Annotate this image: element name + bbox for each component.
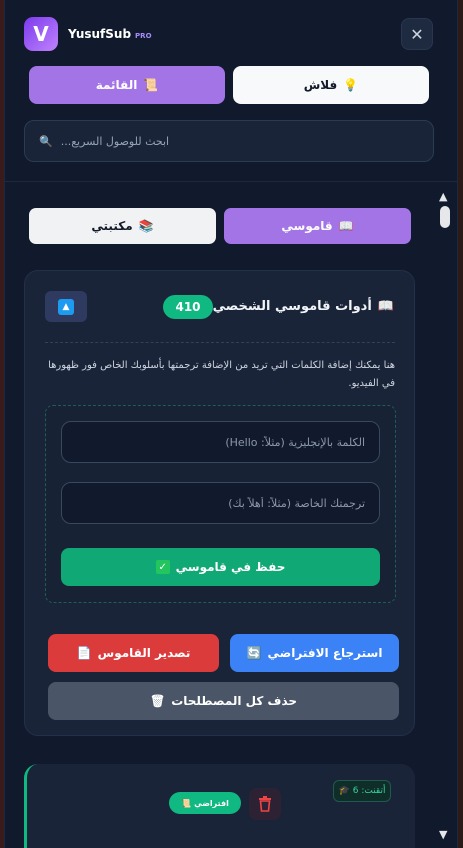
add-word-form: حفظ في قاموسي ✓ <box>45 405 396 603</box>
book-icon: 📖 <box>338 219 354 233</box>
search-box[interactable]: 🔍 <box>24 120 434 162</box>
search-icon: 🔍 <box>39 134 53 148</box>
brand-name: YusufSub <box>68 27 132 41</box>
save-to-dictionary-button[interactable]: حفظ في قاموسي ✓ <box>61 548 380 586</box>
close-icon: ✕ <box>410 24 424 44</box>
trash-icon: 🗑 <box>149 694 166 708</box>
flash-button[interactable]: فلاش 💡 <box>233 66 429 104</box>
tab-library[interactable]: مكتبتي 📚 <box>29 208 216 244</box>
list-label: القائمة <box>95 78 138 92</box>
english-word-input[interactable] <box>61 421 380 463</box>
background-right-edge <box>458 0 463 848</box>
save-label: حفظ في قاموسي <box>175 560 286 574</box>
brand: YusufSub PRO <box>68 27 152 41</box>
open-book-icon: 📖 <box>377 299 394 314</box>
export-label: تصدير القاموس <box>97 646 191 660</box>
delete-all-label: حذف كل المصطلحات <box>171 694 298 708</box>
restore-default-button[interactable]: استرجاع الافتراضي 🔄 <box>230 634 399 672</box>
word-count-badge: 410 <box>163 295 213 319</box>
card-description: هنا يمكنك إضافة الكلمات التي تريد من الإ… <box>48 360 395 389</box>
restore-label: استرجاع الافتراضي <box>267 646 383 660</box>
collapse-button[interactable]: ▲ <box>45 291 87 322</box>
default-label: افتراضي <box>194 798 229 808</box>
translation-input[interactable] <box>61 482 380 524</box>
learned-badge: أتقنت: 6 🎓 <box>333 780 391 802</box>
learned-label: أتقنت: 6 <box>352 786 386 796</box>
tab-library-label: مكتبتي <box>91 219 133 233</box>
export-dictionary-button[interactable]: تصدير القاموس 📄 <box>48 634 219 672</box>
scroll-down-arrow-icon[interactable]: ▼ <box>439 828 447 841</box>
delete-entry-button[interactable] <box>249 788 281 820</box>
graduation-cap-icon: 🎓 <box>338 786 350 796</box>
card-title-text: أدوات قاموسي الشخصي <box>212 299 372 314</box>
extension-panel: V YusufSub PRO ✕ القائمة 📜 فلاش 💡 🔍 ▲ ▼ … <box>4 0 458 848</box>
tab-dictionary[interactable]: قاموسي 📖 <box>224 208 411 244</box>
tab-dictionary-label: قاموسي <box>281 219 333 233</box>
divider <box>45 342 395 343</box>
panel-header: V YusufSub PRO ✕ القائمة 📜 فلاش 💡 🔍 <box>5 0 457 182</box>
search-input[interactable] <box>60 134 361 148</box>
trash-icon <box>259 796 271 812</box>
card-title: 📖 أدوات قاموسي الشخصي <box>213 299 394 314</box>
books-icon: 📚 <box>138 219 154 233</box>
default-badge: افتراضي 📜 <box>169 792 241 814</box>
app-logo: V <box>24 17 58 51</box>
logo-letter: V <box>33 22 49 46</box>
document-icon: 📄 <box>76 646 92 660</box>
scroll-icon: 📜 <box>181 798 192 808</box>
refresh-icon: 🔄 <box>246 646 262 660</box>
scroll-icon: 📜 <box>143 78 159 92</box>
brand-tag: PRO <box>135 32 152 40</box>
dictionary-tools-card: 📖 أدوات قاموسي الشخصي 410 ▲ هنا يمكنك إض… <box>24 270 415 736</box>
dictionary-entry-card: أتقنت: 6 🎓 افتراضي 📜 <box>24 764 415 848</box>
delete-all-terms-button[interactable]: حذف كل المصطلحات 🗑 <box>48 682 399 720</box>
checkmark-icon: ✓ <box>155 560 170 574</box>
collapse-up-icon: ▲ <box>58 298 74 315</box>
lightbulb-icon: 💡 <box>343 78 359 92</box>
scroll-up-arrow-icon[interactable]: ▲ <box>439 190 447 203</box>
list-button[interactable]: القائمة 📜 <box>29 66 225 104</box>
scrollbar-thumb[interactable] <box>440 206 450 228</box>
close-button[interactable]: ✕ <box>401 18 433 50</box>
flash-label: فلاش <box>303 78 338 92</box>
